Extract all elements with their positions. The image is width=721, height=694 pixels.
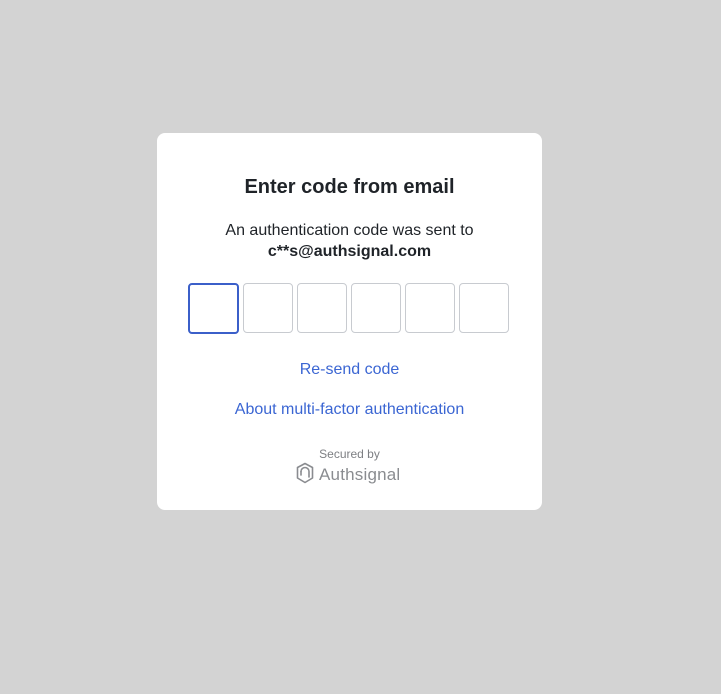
resend-code-link[interactable]: Re-send code xyxy=(157,358,542,382)
masked-email: c**s@authsignal.com xyxy=(267,243,432,260)
about-mfa-link[interactable]: About multi-factor authentication xyxy=(157,398,542,422)
instruction-text: An authentication code was sent to xyxy=(225,222,474,239)
auth-card: Enter code from email An authentication … xyxy=(157,133,542,510)
otp-digit-5[interactable] xyxy=(405,283,455,333)
authsignal-logo-icon xyxy=(295,462,315,489)
otp-digit-4[interactable] xyxy=(351,283,401,333)
otp-digit-2[interactable] xyxy=(243,283,293,333)
page-title: Enter code from email xyxy=(244,176,455,198)
brand-logo: Authsignal xyxy=(295,462,401,489)
otp-input-group xyxy=(188,283,510,334)
otp-digit-6[interactable] xyxy=(459,283,509,333)
otp-digit-1[interactable] xyxy=(188,283,239,334)
otp-digit-3[interactable] xyxy=(297,283,347,333)
secured-by-label: Secured by xyxy=(319,447,380,461)
brand-name: Authsignal xyxy=(319,465,401,484)
